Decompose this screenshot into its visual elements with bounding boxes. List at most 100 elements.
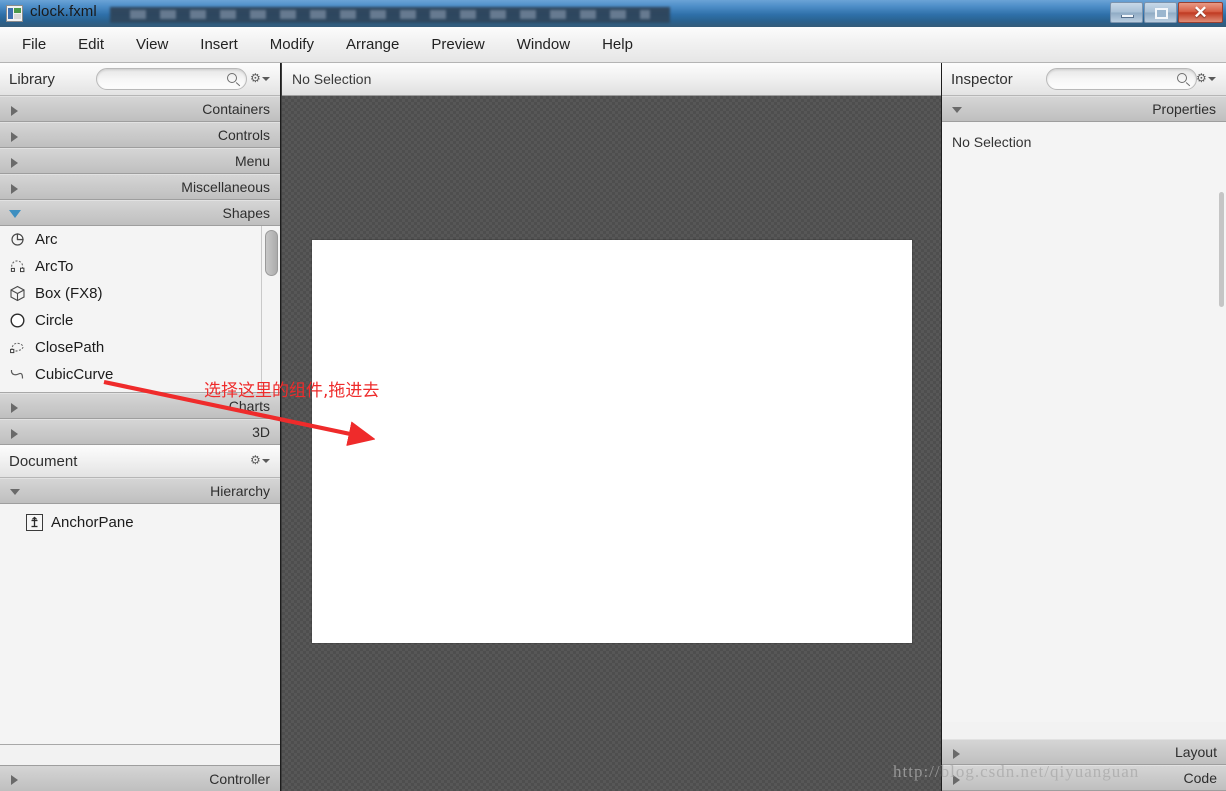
inspector-scrollbar[interactable]	[1219, 192, 1224, 307]
library-item-box[interactable]: Box (FX8)	[0, 280, 280, 307]
inspector-panel: Inspector ⚙ Properties No Selection Layo…	[941, 63, 1226, 791]
chevron-down-icon	[262, 459, 270, 463]
chevron-right-icon	[11, 775, 18, 785]
anchorpane-icon	[26, 513, 43, 531]
library-section-3d[interactable]: 3D	[0, 419, 280, 445]
section-label: 3D	[252, 424, 270, 440]
document-section-hierarchy[interactable]: Hierarchy	[0, 478, 280, 504]
library-section-shapes[interactable]: Shapes	[0, 200, 280, 226]
library-item-label: Circle	[35, 312, 74, 329]
section-label: Shapes	[222, 205, 270, 221]
library-item-closepath[interactable]: ClosePath	[0, 334, 280, 361]
library-options-button[interactable]: ⚙	[250, 72, 272, 87]
shapes-list-scrollbar[interactable]	[261, 226, 280, 392]
library-item-label: CubicCurve	[35, 366, 114, 383]
chevron-down-icon	[262, 77, 270, 81]
arc-icon	[8, 230, 27, 249]
chevron-right-icon	[953, 749, 960, 759]
shapes-list: Arc ArcTo Box (FX8) Circle ClosePath Cub…	[0, 226, 280, 393]
library-item-arcto[interactable]: ArcTo	[0, 253, 280, 280]
chevron-right-icon	[953, 775, 960, 785]
content-panel: No Selection	[282, 63, 941, 791]
close-icon: ✕	[1193, 3, 1208, 22]
minimize-icon	[1121, 15, 1134, 18]
canvas-status-bar: No Selection	[282, 63, 941, 96]
chevron-down-icon	[952, 107, 962, 113]
left-panel: Library ⚙ Containers Controls Menu Misce…	[0, 63, 281, 791]
scrollbar-thumb[interactable]	[265, 230, 278, 276]
menu-modify[interactable]: Modify	[254, 32, 330, 57]
section-label: Layout	[1174, 744, 1217, 760]
section-label: Containers	[202, 101, 270, 117]
section-label: Menu	[234, 153, 270, 169]
window-controls: ✕	[1110, 2, 1223, 23]
inspector-options-button[interactable]: ⚙	[1196, 72, 1218, 87]
menu-insert[interactable]: Insert	[184, 32, 254, 57]
window-title: clock.fxml	[30, 3, 97, 20]
section-label: Code	[1183, 770, 1217, 786]
annotation-text: 选择这里的组件,拖进去	[204, 381, 380, 401]
section-label: Hierarchy	[210, 483, 270, 499]
menu-window[interactable]: Window	[501, 32, 586, 57]
menu-preview[interactable]: Preview	[415, 32, 500, 57]
inspector-no-selection: No Selection	[952, 134, 1032, 150]
document-title: Document	[9, 452, 78, 470]
document-options-button[interactable]: ⚙	[250, 454, 272, 469]
library-item-label: ArcTo	[35, 258, 74, 275]
search-icon	[227, 73, 237, 83]
library-item-label: ClosePath	[35, 339, 105, 356]
menu-view[interactable]: View	[120, 32, 184, 57]
close-button[interactable]: ✕	[1178, 2, 1223, 23]
closepath-icon	[8, 338, 27, 357]
library-item-arc[interactable]: Arc	[0, 226, 280, 253]
chevron-right-icon	[11, 106, 18, 116]
library-section-controls[interactable]: Controls	[0, 122, 280, 148]
library-section-miscellaneous[interactable]: Miscellaneous	[0, 174, 280, 200]
gear-icon: ⚙	[250, 453, 261, 467]
library-item-circle[interactable]: Circle	[0, 307, 280, 334]
menu-help[interactable]: Help	[586, 32, 649, 57]
inspector-search-input[interactable]	[1046, 68, 1197, 90]
menu-arrange[interactable]: Arrange	[330, 32, 415, 57]
title-bar: clock.fxml ✕	[0, 0, 1226, 27]
menu-edit[interactable]: Edit	[62, 32, 120, 57]
inspector-section-layout[interactable]: Layout	[942, 739, 1226, 765]
library-header: Library ⚙	[0, 63, 280, 96]
section-label: Controller	[209, 770, 270, 787]
section-label: Controls	[217, 127, 270, 143]
library-search-input[interactable]	[96, 68, 247, 90]
inspector-section-code[interactable]: Code	[942, 765, 1226, 791]
chevron-down-icon	[9, 210, 21, 218]
inspector-body: No Selection	[942, 122, 1226, 722]
main-area: Library ⚙ Containers Controls Menu Misce…	[0, 63, 1226, 791]
title-bar-artifact-text	[130, 10, 650, 19]
section-label: Miscellaneous	[181, 179, 270, 195]
app-icon	[6, 5, 23, 22]
hierarchy-tree: AnchorPane	[0, 504, 280, 745]
document-section-controller[interactable]: Controller	[0, 765, 280, 791]
maximize-button[interactable]	[1144, 2, 1177, 23]
scene-builder-window: clock.fxml ✕ File Edit View Insert Modif…	[0, 0, 1226, 791]
maximize-icon	[1155, 8, 1168, 19]
chevron-right-icon	[11, 132, 18, 142]
tree-item-anchorpane[interactable]: AnchorPane	[0, 510, 280, 534]
menu-file[interactable]: File	[6, 32, 62, 57]
inspector-title: Inspector	[951, 70, 1013, 88]
document-header: Document ⚙	[0, 445, 280, 478]
chevron-down-icon	[1208, 77, 1216, 81]
library-section-containers[interactable]: Containers	[0, 96, 280, 122]
chevron-right-icon	[11, 403, 18, 413]
design-artboard[interactable]	[312, 240, 912, 643]
tree-item-label: AnchorPane	[51, 513, 134, 531]
minimize-button[interactable]	[1110, 2, 1143, 23]
arcto-icon	[8, 257, 27, 276]
inspector-bottom-sections: Layout Code	[942, 739, 1226, 791]
chevron-right-icon	[11, 429, 18, 439]
library-title: Library	[9, 70, 55, 88]
inspector-header: Inspector ⚙	[942, 63, 1226, 96]
chevron-down-icon	[10, 489, 20, 495]
box-icon	[8, 284, 27, 303]
inspector-section-properties[interactable]: Properties	[942, 96, 1226, 122]
chevron-right-icon	[11, 184, 18, 194]
library-section-menu[interactable]: Menu	[0, 148, 280, 174]
